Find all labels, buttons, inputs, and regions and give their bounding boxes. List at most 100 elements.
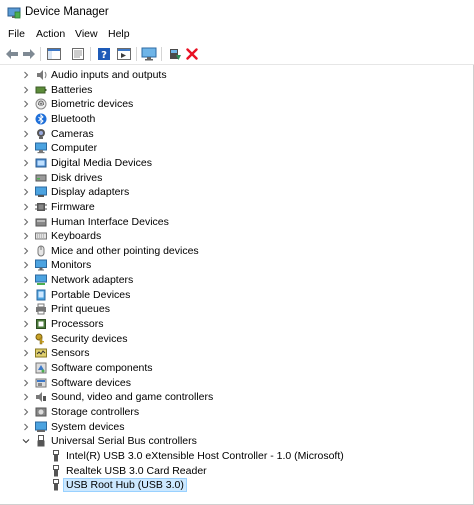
tree-item-system-devices[interactable]: System devices	[0, 420, 474, 435]
tree-item-sensors[interactable]: Sensors	[0, 346, 474, 361]
tree-item-disk-drives[interactable]: Disk drives	[0, 171, 474, 186]
chevron-right-icon[interactable]	[22, 218, 30, 226]
tree-item-label: Print queues	[51, 303, 110, 316]
chevron-right-icon[interactable]	[22, 349, 30, 357]
tree-item-label: Keyboards	[51, 230, 102, 243]
tree-item-universal-serial-bus-controllers[interactable]: Universal Serial Bus controllers	[0, 434, 474, 449]
usb-plug-icon	[53, 449, 59, 462]
uninstall-icon[interactable]	[183, 46, 201, 62]
chevron-right-icon[interactable]	[22, 188, 30, 196]
chevron-right-icon[interactable]	[22, 247, 30, 255]
tree-item-print-queues[interactable]: Print queues	[0, 302, 474, 317]
toolbar: ?	[0, 44, 474, 65]
device-manager-window: Device Manager File Action View Help ? A…	[0, 0, 474, 505]
menu-action[interactable]: Action	[34, 28, 67, 40]
back-arrow-icon[interactable]	[3, 46, 21, 62]
tree-item-sound-video-and-game-controllers[interactable]: Sound, video and game controllers	[0, 390, 474, 405]
storage-controller-icon	[35, 407, 47, 417]
chevron-right-icon[interactable]	[22, 100, 30, 108]
chevron-right-icon[interactable]	[22, 291, 30, 299]
monitor-icon[interactable]	[140, 46, 158, 62]
network-adapter-icon	[35, 274, 47, 286]
tree-item-software-components[interactable]: Software components	[0, 361, 474, 376]
chevron-right-icon[interactable]	[22, 276, 30, 284]
tree-item-label: Software components	[51, 362, 153, 374]
usb-device-item[interactable]: Realtek USB 3.0 Card Reader	[0, 464, 474, 479]
chevron-right-icon[interactable]	[22, 408, 30, 416]
chevron-right-icon[interactable]	[22, 144, 30, 152]
tree-item-audio-inputs-and-outputs[interactable]: Audio inputs and outputs	[0, 68, 474, 83]
chevron-right-icon[interactable]	[22, 261, 30, 269]
tree-item-label: Display adapters	[51, 186, 130, 199]
chevron-right-icon[interactable]	[22, 71, 30, 79]
menu-help[interactable]: Help	[106, 28, 132, 40]
firmware-icon	[35, 202, 47, 211]
chevron-right-icon[interactable]	[22, 335, 30, 343]
tree-item-label: Batteries	[51, 83, 93, 96]
sound-controller-icon	[36, 392, 46, 403]
chevron-right-icon[interactable]	[22, 86, 30, 94]
chevron-right-icon[interactable]	[22, 379, 30, 387]
chevron-down-icon[interactable]	[22, 437, 30, 445]
menu-file[interactable]: File	[6, 28, 27, 40]
chevron-right-icon[interactable]	[22, 423, 30, 431]
tree-item-computer[interactable]: Computer	[0, 141, 474, 156]
chevron-right-icon[interactable]	[22, 320, 30, 328]
tree-item-monitors[interactable]: Monitors	[0, 258, 474, 273]
chevron-right-icon[interactable]	[22, 305, 30, 313]
tree-item-label: Firmware	[51, 200, 95, 213]
tree-item-label: Sound, video and game controllers	[51, 391, 214, 404]
show-hide-console-tree-icon[interactable]	[45, 46, 63, 62]
title-bar: Device Manager	[0, 0, 474, 26]
system-device-icon	[35, 421, 47, 432]
tree-item-bluetooth[interactable]: Bluetooth	[0, 112, 474, 127]
tree-item-network-adapters[interactable]: Network adapters	[0, 273, 474, 288]
bluetooth-icon	[35, 113, 47, 125]
tree-item-label: Monitors	[51, 259, 92, 272]
tree-item-label: Network adapters	[51, 274, 134, 287]
tree-item-mice-and-other-pointing-devices[interactable]: Mice and other pointing devices	[0, 244, 474, 259]
chevron-right-icon[interactable]	[22, 232, 30, 240]
usb-device-item[interactable]: Intel(R) USB 3.0 eXtensible Host Control…	[0, 449, 474, 464]
tree-item-display-adapters[interactable]: Display adapters	[0, 185, 474, 200]
tree-item-human-interface-devices[interactable]: Human Interface Devices	[0, 215, 474, 230]
tree-item-keyboards[interactable]: Keyboards	[0, 229, 474, 244]
tree-item-portable-devices[interactable]: Portable Devices	[0, 288, 474, 303]
menu-bar: File Action View Help	[0, 26, 474, 44]
chevron-right-icon[interactable]	[22, 174, 30, 182]
svg-text:?: ?	[101, 50, 107, 61]
tree-item-digital-media-devices[interactable]: Digital Media Devices	[0, 156, 474, 171]
tree-item-biometric-devices[interactable]: Biometric devices	[0, 97, 474, 112]
window-title: Device Manager	[25, 6, 109, 18]
properties-icon[interactable]	[69, 46, 87, 62]
tree-item-software-devices[interactable]: Software devices	[0, 376, 474, 391]
menu-view[interactable]: View	[73, 28, 100, 40]
tree-item-batteries[interactable]: Batteries	[0, 83, 474, 98]
tree-item-label: Portable Devices	[51, 288, 131, 301]
tree-item-label: Cameras	[51, 127, 94, 140]
chevron-right-icon[interactable]	[22, 115, 30, 123]
chevron-right-icon[interactable]	[22, 393, 30, 401]
processor-icon	[36, 319, 46, 330]
chevron-right-icon[interactable]	[22, 159, 30, 167]
view-icon[interactable]	[115, 46, 133, 62]
tree-item-label: Disk drives	[51, 171, 103, 184]
camera-icon	[37, 128, 45, 139]
chevron-right-icon[interactable]	[22, 364, 30, 372]
tree-item-label: Audio inputs and outputs	[51, 69, 167, 81]
chevron-right-icon[interactable]	[22, 203, 30, 211]
keyboard-icon	[35, 232, 47, 240]
update-driver-icon[interactable]	[166, 46, 184, 62]
tree-item-security-devices[interactable]: Security devices	[0, 332, 474, 347]
tree-item-firmware[interactable]: Firmware	[0, 200, 474, 215]
chevron-right-icon[interactable]	[22, 130, 30, 138]
forward-arrow-icon[interactable]	[20, 46, 38, 62]
tree-item-label: System devices	[51, 420, 125, 433]
toolbar-separator	[161, 47, 162, 61]
help-icon[interactable]: ?	[95, 46, 113, 62]
toolbar-separator	[90, 47, 91, 61]
tree-item-cameras[interactable]: Cameras	[0, 127, 474, 142]
tree-item-processors[interactable]: Processors	[0, 317, 474, 332]
usb-device-item[interactable]: USB Root Hub (USB 3.0)	[0, 478, 474, 493]
tree-item-storage-controllers[interactable]: Storage controllers	[0, 405, 474, 420]
